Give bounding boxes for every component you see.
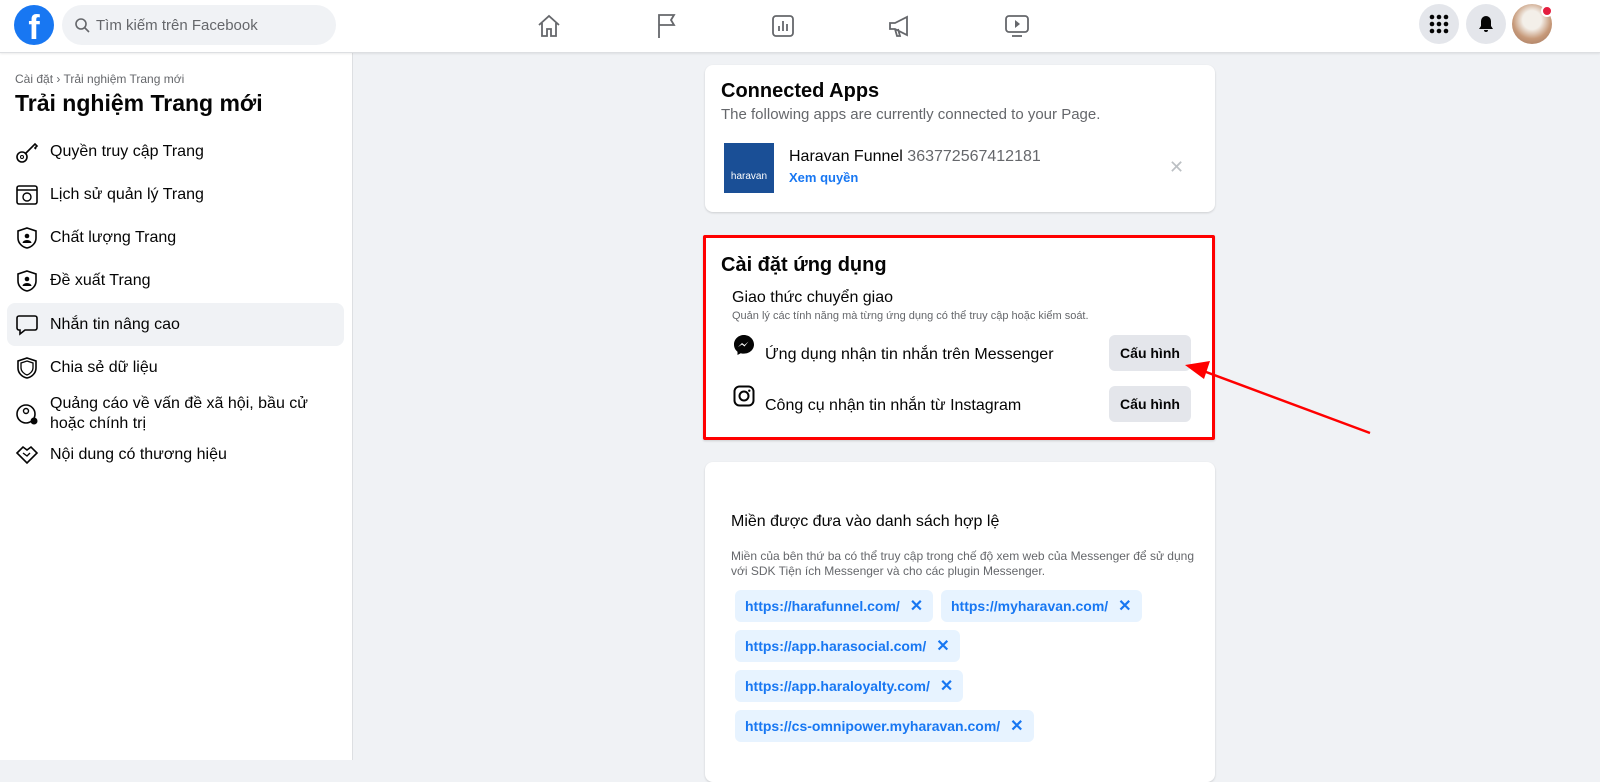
domain-chip: https://harafunnel.com/ ✕ bbox=[735, 590, 934, 622]
search-input[interactable]: Tìm kiếm trên Facebook bbox=[62, 5, 336, 45]
watch-icon[interactable] bbox=[1003, 12, 1031, 40]
whitelisted-domains-card: Miền được đưa vào danh sách hợp lệ Miền … bbox=[705, 462, 1215, 782]
sidebar-item-label: Chất lượng Trang bbox=[50, 228, 177, 246]
sidebar-item-label: Nhắn tin nâng cao bbox=[50, 315, 180, 333]
home-icon[interactable] bbox=[535, 12, 563, 40]
remove-app-icon[interactable]: ✕ bbox=[1169, 157, 1184, 178]
shield-icon bbox=[17, 356, 37, 379]
domain-chip: https://myharavan.com/ ✕ bbox=[941, 590, 1142, 622]
app-name-row: Haravan Funnel 363772567412181 bbox=[789, 148, 1041, 166]
handover-protocol-description: Quản lý các tính năng mà từng ứng dụng c… bbox=[732, 310, 1089, 322]
app-settings-card: Cài đặt ứng dụng Giao thức chuyển giao Q… bbox=[703, 235, 1215, 440]
breadcrumb: Cài đặt › Trải nghiệm Trang mới bbox=[15, 72, 185, 86]
notification-dot bbox=[1541, 5, 1553, 17]
domain-chip: https://cs-omnipower.myharavan.com/ ✕ bbox=[735, 710, 1034, 742]
domain-url: https://cs-omnipower.myharavan.com/ bbox=[745, 718, 1001, 734]
facebook-logo[interactable]: f bbox=[14, 5, 54, 45]
whitelisted-domains-title: Miền được đưa vào danh sách hợp lệ bbox=[731, 513, 1000, 530]
grid-menu-icon bbox=[1429, 14, 1449, 34]
domain-url: https://app.harasocial.com/ bbox=[745, 638, 927, 654]
view-permissions-link[interactable]: Xem quyền bbox=[789, 170, 858, 185]
connected-apps-subtitle: The following apps are currently connect… bbox=[721, 106, 1101, 123]
sidebar-item-political-ads[interactable]: Quảng cáo về vấn đề xã hội, bầu cử hoặc … bbox=[7, 389, 344, 439]
chat-bubble-icon bbox=[16, 314, 38, 336]
notifications-button[interactable] bbox=[1466, 4, 1506, 44]
remove-domain-icon[interactable]: ✕ bbox=[936, 636, 949, 656]
handshake-icon bbox=[15, 445, 39, 464]
remove-domain-icon[interactable]: ✕ bbox=[940, 676, 953, 696]
haravan-logo: haravan bbox=[724, 143, 774, 193]
key-icon bbox=[16, 142, 39, 163]
search-placeholder: Tìm kiếm trên Facebook bbox=[96, 16, 258, 34]
messenger-icon bbox=[734, 335, 754, 355]
connected-apps-card: Connected Apps The following apps are cu… bbox=[705, 65, 1215, 212]
sidebar-item-label: Đề xuất Trang bbox=[50, 271, 151, 289]
sidebar-item-advanced-messaging[interactable]: Nhắn tin nâng cao bbox=[7, 303, 344, 346]
remove-domain-icon[interactable]: ✕ bbox=[1010, 716, 1023, 736]
sidebar-item-page-access[interactable]: Quyền truy cập Trang bbox=[7, 130, 344, 173]
person-gear-icon bbox=[16, 404, 38, 425]
sidebar-item-page-quality[interactable]: Chất lượng Trang bbox=[7, 216, 344, 259]
search-icon bbox=[75, 18, 90, 33]
sidebar-item-data-sharing[interactable]: Chia sẻ dữ liệu bbox=[7, 346, 344, 389]
page-title: Trải nghiệm Trang mới bbox=[15, 90, 263, 116]
instagram-row-label: Công cụ nhận tin nhắn từ Instagram bbox=[765, 397, 1022, 414]
bell-icon bbox=[1479, 16, 1493, 32]
app-settings-title: Cài đặt ứng dụng bbox=[721, 254, 887, 276]
whitelisted-domains-description: Miền của bên thứ ba có thể truy cập tron… bbox=[731, 549, 1195, 578]
handover-protocol-title: Giao thức chuyển giao bbox=[732, 289, 894, 306]
ads-megaphone-icon[interactable] bbox=[886, 12, 914, 40]
sidebar-item-label: Chia sẻ dữ liệu bbox=[50, 358, 158, 376]
history-icon bbox=[16, 184, 38, 205]
sidebar-item-page-recommendations[interactable]: Đề xuất Trang bbox=[7, 259, 344, 302]
remove-domain-icon[interactable]: ✕ bbox=[1118, 596, 1131, 616]
shield-person-icon bbox=[17, 269, 37, 292]
pages-flag-icon[interactable] bbox=[653, 12, 681, 40]
menu-button[interactable] bbox=[1419, 4, 1459, 44]
configure-instagram-button[interactable]: Cấu hình bbox=[1109, 386, 1191, 422]
remove-domain-icon[interactable]: ✕ bbox=[910, 596, 923, 616]
sidebar-item-label: Nội dung có thương hiệu bbox=[50, 445, 227, 463]
insights-icon[interactable] bbox=[769, 12, 797, 40]
messenger-row-label: Ứng dụng nhận tin nhắn trên Messenger bbox=[765, 346, 1054, 363]
domain-url: https://myharavan.com/ bbox=[951, 598, 1109, 614]
domain-url: https://app.haraloyalty.com/ bbox=[745, 678, 930, 694]
domain-chip: https://app.haraloyalty.com/ ✕ bbox=[735, 670, 964, 702]
sidebar-item-label: Quyền truy cập Trang bbox=[50, 142, 204, 160]
sidebar-item-branded-content[interactable]: Nội dung có thương hiệu bbox=[7, 433, 344, 476]
connected-apps-title: Connected Apps bbox=[721, 80, 880, 102]
domain-chip: https://app.harasocial.com/ ✕ bbox=[735, 630, 960, 662]
domain-url: https://harafunnel.com/ bbox=[745, 598, 900, 614]
app-name: Haravan Funnel bbox=[789, 148, 903, 165]
sidebar-item-label: Lịch sử quản lý Trang bbox=[50, 185, 204, 203]
shield-person-icon bbox=[17, 226, 37, 249]
annotation-arrow-icon bbox=[1185, 361, 1371, 435]
app-id: 363772567412181 bbox=[907, 148, 1041, 165]
sidebar-item-label: Quảng cáo về vấn đề xã hội, bầu cử hoặc … bbox=[50, 395, 308, 432]
instagram-icon bbox=[733, 385, 755, 407]
top-bar: f Tìm kiếm trên Facebook bbox=[0, 0, 1600, 53]
sidebar-item-page-history[interactable]: Lịch sử quản lý Trang bbox=[7, 173, 344, 216]
sidebar: Cài đặt › Trải nghiệm Trang mới Trải ngh… bbox=[0, 53, 353, 760]
configure-messenger-button[interactable]: Cấu hình bbox=[1109, 335, 1191, 371]
